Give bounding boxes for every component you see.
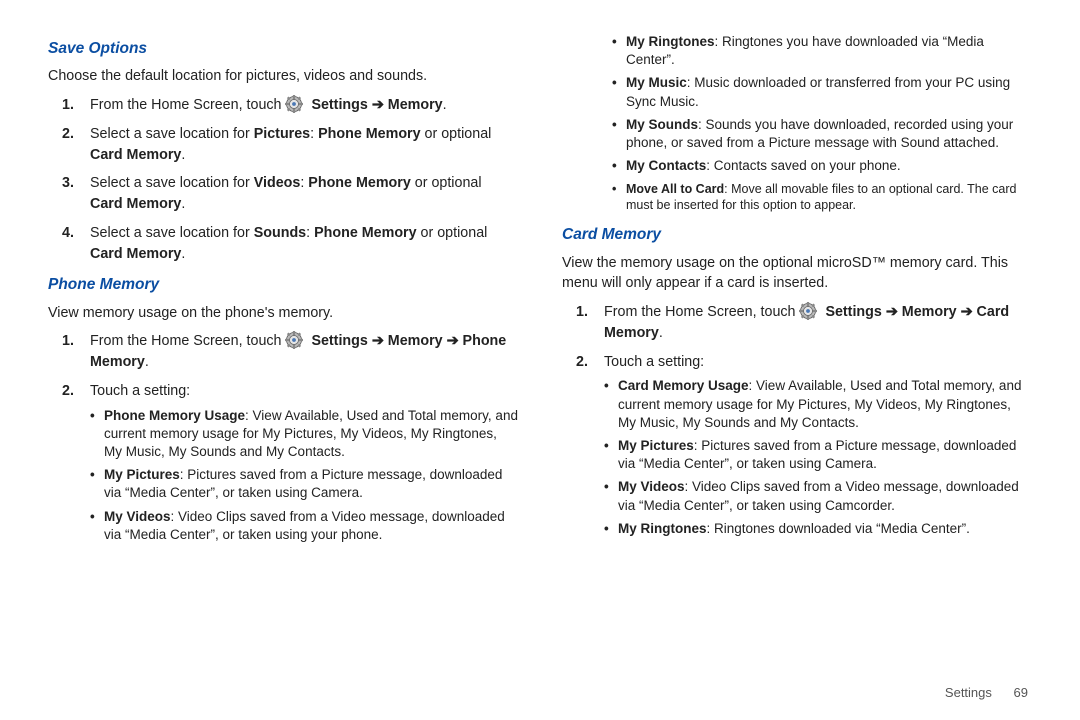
gear-icon [799,302,817,320]
heading-phone-memory: Phone Memory [48,274,518,296]
gear-icon [285,95,303,113]
heading-save-options: Save Options [48,38,518,60]
footer-section-label: Settings [945,685,992,700]
step-1: From the Home Screen, touch Settings ➔ M… [562,302,1032,343]
gear-icon [285,331,303,349]
bullet-item: My Ringtones: Ringtones downloaded via “… [604,520,1032,538]
arrow-icon: ➔ [447,333,463,349]
bullet-item: My Sounds: Sounds you have downloaded, r… [612,116,1032,152]
bullet-item: My Pictures: Pictures saved from a Pictu… [604,437,1032,473]
bullet-item: My Ringtones: Ringtones you have downloa… [612,33,1032,69]
right-column: My Ringtones: Ringtones you have downloa… [540,28,1032,700]
arrow-icon: ➔ [372,333,388,349]
step-4: Select a save location for Sounds: Phone… [48,223,518,264]
bullet-item: My Videos: Video Clips saved from a Vide… [90,508,518,544]
bullet-item: Phone Memory Usage: View Available, Used… [90,407,518,462]
page-number: 69 [1014,685,1028,700]
step-1: From the Home Screen, touch Settings ➔ M… [48,331,518,372]
step-2: Touch a setting: Phone Memory Usage: Vie… [48,381,518,544]
phone-memory-intro: View memory usage on the phone's memory. [48,303,518,324]
save-options-steps: From the Home Screen, touch Settings ➔ M… [48,95,518,264]
left-column: Save Options Choose the default location… [48,28,540,700]
manual-page: Save Options Choose the default location… [0,0,1080,720]
step-1: From the Home Screen, touch Settings ➔ M… [48,95,518,116]
phone-memory-bullets: Phone Memory Usage: View Available, Used… [90,407,518,545]
heading-card-memory: Card Memory [562,224,1032,246]
bullet-item: Card Memory Usage: View Available, Used … [604,377,1032,432]
step-2: Select a save location for Pictures: Pho… [48,124,518,165]
card-memory-steps: From the Home Screen, touch Settings ➔ M… [562,302,1032,538]
card-memory-intro: View the memory usage on the optional mi… [562,253,1032,294]
bullet-item: Move All to Card: Move all movable files… [612,181,1032,215]
bullet-item: My Pictures: Pictures saved from a Pictu… [90,466,518,502]
arrow-icon: ➔ [961,304,977,320]
arrow-icon: ➔ [886,304,902,320]
page-footer: Settings 69 [945,685,1028,700]
step-3: Select a save location for Videos: Phone… [48,173,518,214]
bullet-item: My Videos: Video Clips saved from a Vide… [604,478,1032,514]
step-2: Touch a setting: Card Memory Usage: View… [562,352,1032,538]
bullet-item: My Contacts: Contacts saved on your phon… [612,157,1032,175]
bullet-item: My Music: Music downloaded or transferre… [612,74,1032,110]
save-options-intro: Choose the default location for pictures… [48,66,518,87]
card-memory-bullets: Card Memory Usage: View Available, Used … [604,377,1032,538]
phone-memory-steps: From the Home Screen, touch Settings ➔ M… [48,331,518,544]
arrow-icon: ➔ [372,97,388,113]
phone-memory-bullets-cont: My Ringtones: Ringtones you have downloa… [612,33,1032,214]
